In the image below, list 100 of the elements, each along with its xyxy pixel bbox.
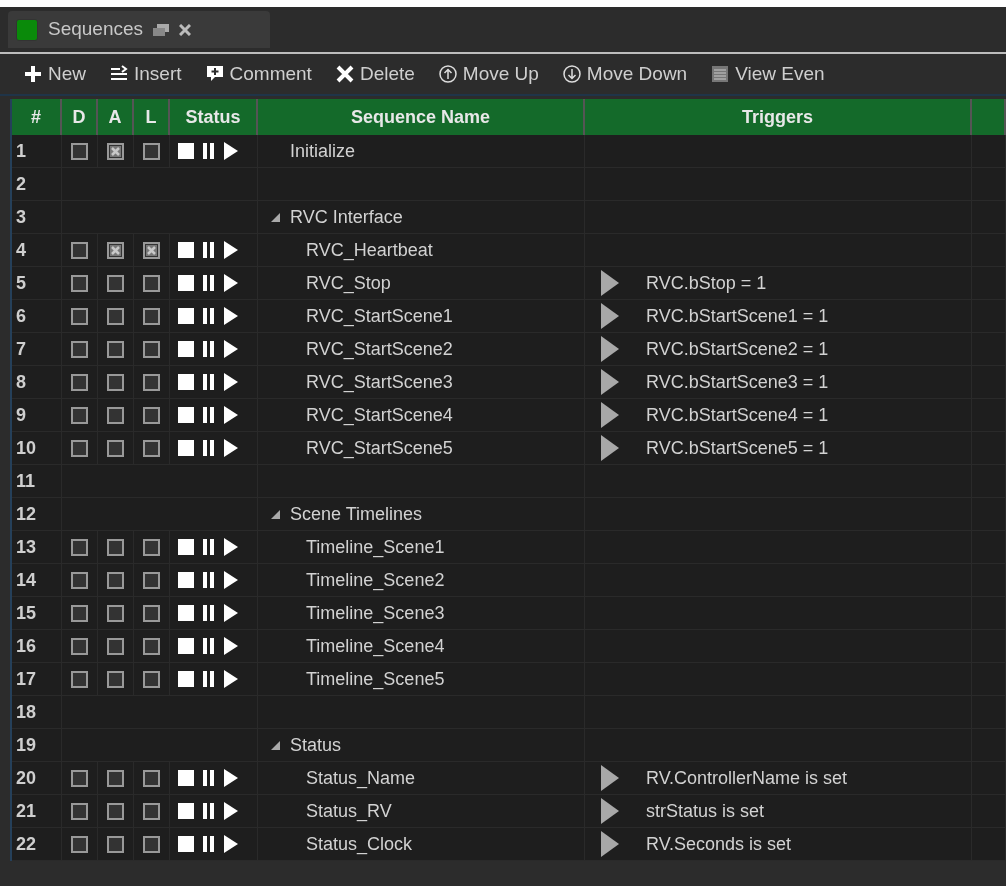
checkbox[interactable]	[143, 538, 160, 556]
toolbar-button[interactable]: View Even	[711, 59, 825, 89]
checkbox[interactable]	[143, 241, 160, 259]
trigger-play-icon[interactable]	[601, 765, 619, 791]
pause-icon[interactable]	[202, 539, 216, 555]
trigger-play-icon[interactable]	[601, 402, 619, 428]
checkbox[interactable]	[71, 802, 88, 820]
play-icon[interactable]	[224, 835, 238, 853]
checkbox[interactable]	[143, 670, 160, 688]
pause-icon[interactable]	[202, 308, 216, 324]
checkbox[interactable]	[71, 340, 88, 358]
checkbox[interactable]	[143, 604, 160, 622]
checkbox[interactable]	[71, 439, 88, 457]
checkbox[interactable]	[143, 835, 160, 853]
checkbox[interactable]	[71, 373, 88, 391]
expand-triangle-icon[interactable]	[270, 508, 281, 520]
checkbox[interactable]	[71, 835, 88, 853]
trigger-play-icon[interactable]	[601, 831, 619, 857]
checkbox[interactable]	[143, 571, 160, 589]
expand-triangle-icon[interactable]	[270, 211, 281, 223]
column-header[interactable]: A	[98, 99, 134, 135]
pause-icon[interactable]	[202, 605, 216, 621]
play-icon[interactable]	[224, 274, 238, 292]
toolbar-button[interactable]: Move Up	[438, 59, 539, 89]
checkbox[interactable]	[107, 637, 124, 655]
checkbox[interactable]	[107, 670, 124, 688]
column-header[interactable]: L	[134, 99, 170, 135]
toolbar-button[interactable]: Delete	[335, 59, 415, 89]
checkbox[interactable]	[71, 637, 88, 655]
play-icon[interactable]	[224, 604, 238, 622]
checkbox[interactable]	[107, 571, 124, 589]
checkbox[interactable]	[143, 142, 160, 160]
checkbox[interactable]	[107, 307, 124, 325]
play-icon[interactable]	[224, 670, 238, 688]
checkbox[interactable]	[143, 802, 160, 820]
column-header[interactable]: Triggers	[585, 99, 972, 135]
checkbox[interactable]	[71, 571, 88, 589]
trigger-play-icon[interactable]	[601, 369, 619, 395]
pause-icon[interactable]	[202, 572, 216, 588]
play-icon[interactable]	[224, 637, 238, 655]
restore-icon[interactable]	[153, 23, 170, 36]
play-icon[interactable]	[224, 340, 238, 358]
trigger-play-icon[interactable]	[601, 798, 619, 824]
checkbox[interactable]	[143, 637, 160, 655]
play-icon[interactable]	[224, 241, 238, 259]
pause-icon[interactable]	[202, 143, 216, 159]
pause-icon[interactable]	[202, 671, 216, 687]
pause-icon[interactable]	[202, 275, 216, 291]
play-icon[interactable]	[224, 406, 238, 424]
pause-icon[interactable]	[202, 341, 216, 357]
trigger-play-icon[interactable]	[601, 270, 619, 296]
trigger-play-icon[interactable]	[601, 435, 619, 461]
pause-icon[interactable]	[202, 374, 216, 390]
checkbox[interactable]	[143, 307, 160, 325]
play-icon[interactable]	[224, 571, 238, 589]
pause-icon[interactable]	[202, 242, 216, 258]
close-icon[interactable]	[179, 23, 192, 36]
column-header[interactable]: D	[62, 99, 98, 135]
pause-icon[interactable]	[202, 638, 216, 654]
play-icon[interactable]	[224, 373, 238, 391]
checkbox[interactable]	[71, 670, 88, 688]
checkbox[interactable]	[143, 439, 160, 457]
checkbox[interactable]	[107, 241, 124, 259]
column-header[interactable]: Sequence Name	[258, 99, 585, 135]
checkbox[interactable]	[71, 142, 88, 160]
checkbox[interactable]	[107, 439, 124, 457]
checkbox[interactable]	[107, 604, 124, 622]
pause-icon[interactable]	[202, 440, 216, 456]
play-icon[interactable]	[224, 802, 238, 820]
trigger-play-icon[interactable]	[601, 303, 619, 329]
pause-icon[interactable]	[202, 803, 216, 819]
play-icon[interactable]	[224, 307, 238, 325]
checkbox[interactable]	[107, 835, 124, 853]
checkbox[interactable]	[71, 538, 88, 556]
checkbox[interactable]	[143, 373, 160, 391]
expand-triangle-icon[interactable]	[270, 739, 281, 751]
checkbox[interactable]	[71, 241, 88, 259]
checkbox[interactable]	[143, 769, 160, 787]
checkbox[interactable]	[71, 307, 88, 325]
checkbox[interactable]	[107, 373, 124, 391]
checkbox[interactable]	[107, 340, 124, 358]
pause-icon[interactable]	[202, 407, 216, 423]
column-header[interactable]: Status	[170, 99, 258, 135]
checkbox[interactable]	[107, 538, 124, 556]
checkbox[interactable]	[107, 406, 124, 424]
toolbar-button[interactable]: Insert	[110, 59, 182, 89]
play-icon[interactable]	[224, 142, 238, 160]
checkbox[interactable]	[71, 769, 88, 787]
pause-icon[interactable]	[202, 836, 216, 852]
play-icon[interactable]	[224, 439, 238, 457]
play-icon[interactable]	[224, 538, 238, 556]
pause-icon[interactable]	[202, 770, 216, 786]
checkbox[interactable]	[107, 142, 124, 160]
play-icon[interactable]	[224, 769, 238, 787]
checkbox[interactable]	[107, 769, 124, 787]
toolbar-button[interactable]: Move Down	[562, 59, 688, 89]
toolbar-button[interactable]: New	[24, 59, 86, 89]
checkbox[interactable]	[71, 604, 88, 622]
trigger-play-icon[interactable]	[601, 336, 619, 362]
checkbox[interactable]	[143, 274, 160, 292]
